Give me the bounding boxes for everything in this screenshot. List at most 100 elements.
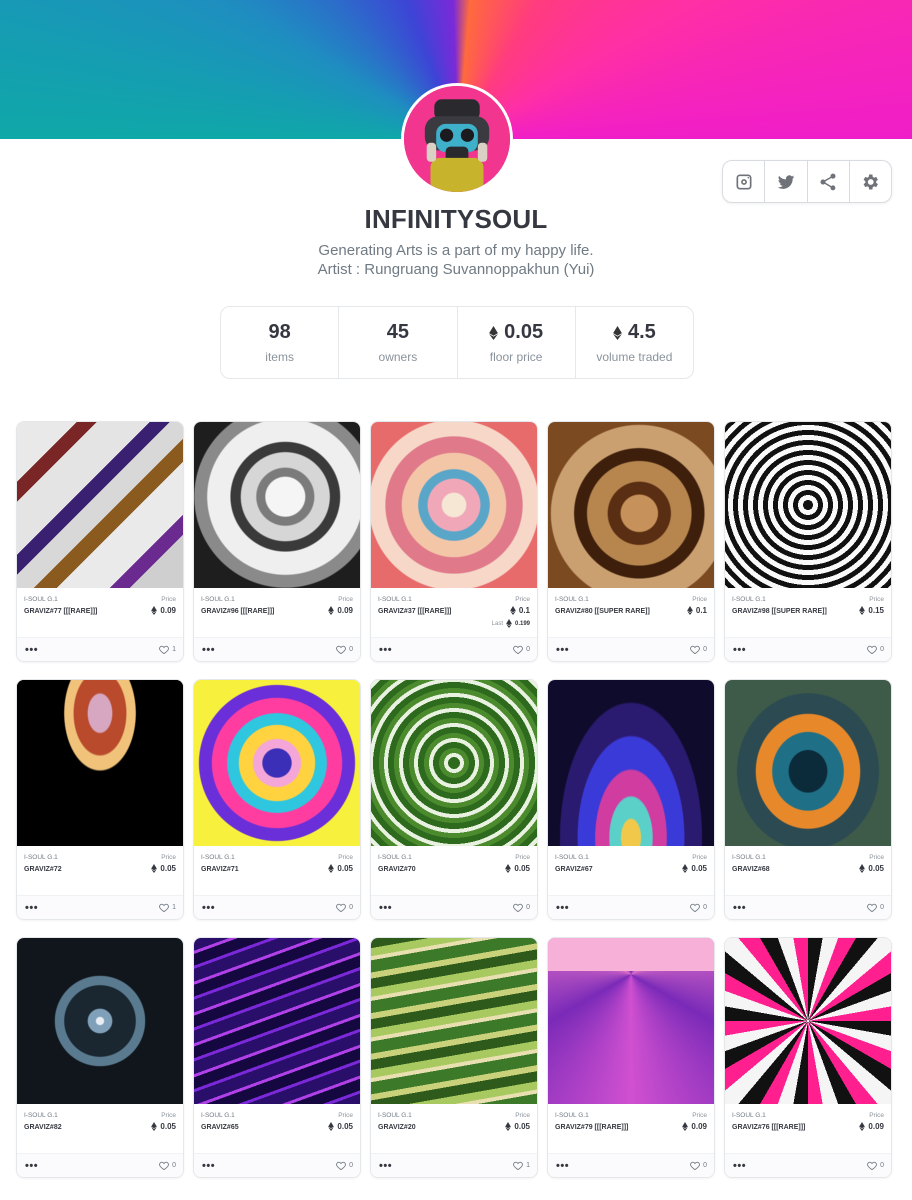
collection-name[interactable]: I-SOUL G.1 <box>555 596 659 603</box>
nft-card[interactable]: I-SOUL G.1 GRAVIZ#82 Price 0.05 ••• 0 <box>16 937 184 1178</box>
more-options-button[interactable]: ••• <box>25 1160 38 1171</box>
collection-name[interactable]: I-SOUL G.1 <box>378 854 482 861</box>
more-options-button[interactable]: ••• <box>25 902 38 913</box>
nft-artwork[interactable] <box>725 938 891 1104</box>
like-button[interactable]: 0 <box>867 645 884 654</box>
nft-card[interactable]: I-SOUL G.1 GRAVIZ#96 [[[RARE]]] Price 0.09 •… <box>193 421 361 662</box>
collection-name[interactable]: I-SOUL G.1 <box>555 1112 659 1119</box>
nft-artwork[interactable] <box>371 680 537 846</box>
settings-button[interactable] <box>850 161 891 202</box>
collection-name[interactable]: I-SOUL G.1 <box>555 854 659 861</box>
collection-name[interactable]: I-SOUL G.1 <box>201 1112 305 1119</box>
nft-name[interactable]: GRAVIZ#72 <box>24 865 128 874</box>
nft-card[interactable]: I-SOUL G.1 GRAVIZ#68 Price 0.05 ••• 0 <box>724 679 892 920</box>
nft-artwork[interactable] <box>371 422 537 588</box>
more-options-button[interactable]: ••• <box>379 1160 392 1171</box>
nft-card[interactable]: I-SOUL G.1 GRAVIZ#76 [[[RARE]]] Price 0.09 •… <box>724 937 892 1178</box>
nft-card[interactable]: I-SOUL G.1 GRAVIZ#71 Price 0.05 ••• 0 <box>193 679 361 920</box>
more-options-button[interactable]: ••• <box>202 644 215 655</box>
nft-card[interactable]: I-SOUL G.1 GRAVIZ#20 Price 0.05 ••• 1 <box>370 937 538 1178</box>
nft-card[interactable]: I-SOUL G.1 GRAVIZ#79 [[[RARE]]] Price 0.09 •… <box>547 937 715 1178</box>
collection-name[interactable]: I-SOUL G.1 <box>24 854 128 861</box>
stat-volume-traded[interactable]: 4.5 volume traded <box>576 307 693 378</box>
nft-artwork[interactable] <box>725 422 891 588</box>
nft-artwork[interactable] <box>194 680 360 846</box>
profile-avatar[interactable] <box>401 83 513 195</box>
collection-name[interactable]: I-SOUL G.1 <box>378 596 482 603</box>
like-button[interactable]: 0 <box>867 903 884 912</box>
nft-artwork[interactable] <box>17 680 183 846</box>
collection-name[interactable]: I-SOUL G.1 <box>732 854 836 861</box>
nft-name[interactable]: GRAVIZ#96 [[[RARE]]] <box>201 607 305 616</box>
like-button[interactable]: 0 <box>159 1161 176 1170</box>
more-options-button[interactable]: ••• <box>25 644 38 655</box>
nft-name[interactable]: GRAVIZ#80 [[SUPER RARE]] <box>555 607 659 616</box>
nft-card[interactable]: I-SOUL G.1 GRAVIZ#80 [[SUPER RARE]] Price 0… <box>547 421 715 662</box>
more-options-button[interactable]: ••• <box>556 1160 569 1171</box>
nft-name[interactable]: GRAVIZ#68 <box>732 865 836 874</box>
more-options-button[interactable]: ••• <box>202 1160 215 1171</box>
nft-name[interactable]: GRAVIZ#76 [[[RARE]]] <box>732 1123 836 1132</box>
collection-name[interactable]: I-SOUL G.1 <box>201 854 305 861</box>
more-options-button[interactable]: ••• <box>379 644 392 655</box>
like-button[interactable]: 0 <box>690 1161 707 1170</box>
nft-artwork[interactable] <box>548 422 714 588</box>
more-options-button[interactable]: ••• <box>556 902 569 913</box>
like-button[interactable]: 0 <box>513 903 530 912</box>
more-options-button[interactable]: ••• <box>733 644 746 655</box>
more-options-button[interactable]: ••• <box>733 1160 746 1171</box>
like-button[interactable]: 1 <box>513 1161 530 1170</box>
like-button[interactable]: 0 <box>336 903 353 912</box>
nft-info: I-SOUL G.1 GRAVIZ#98 [[SUPER RARE]] Price 0… <box>725 588 891 637</box>
nft-name[interactable]: GRAVIZ#37 [[[RARE]]] <box>378 607 482 616</box>
nft-name[interactable]: GRAVIZ#70 <box>378 865 482 874</box>
instagram-button[interactable] <box>723 161 766 202</box>
nft-artwork[interactable] <box>194 422 360 588</box>
share-button[interactable] <box>808 161 850 202</box>
nft-card[interactable]: I-SOUL G.1 GRAVIZ#77 [[[RARE]]] Price 0.09 •… <box>16 421 184 662</box>
nft-artwork[interactable] <box>548 680 714 846</box>
like-button[interactable]: 0 <box>867 1161 884 1170</box>
nft-name[interactable]: GRAVIZ#71 <box>201 865 305 874</box>
nft-card[interactable]: I-SOUL G.1 GRAVIZ#70 Price 0.05 ••• 0 <box>370 679 538 920</box>
more-options-button[interactable]: ••• <box>556 644 569 655</box>
nft-name[interactable]: GRAVIZ#82 <box>24 1123 128 1132</box>
like-button[interactable]: 0 <box>336 645 353 654</box>
nft-artwork[interactable] <box>725 680 891 846</box>
like-button[interactable]: 0 <box>690 903 707 912</box>
nft-artwork[interactable] <box>17 422 183 588</box>
like-button[interactable]: 0 <box>336 1161 353 1170</box>
like-button[interactable]: 0 <box>690 645 707 654</box>
twitter-button[interactable] <box>765 161 808 202</box>
nft-artwork[interactable] <box>371 938 537 1104</box>
like-button[interactable]: 1 <box>159 903 176 912</box>
nft-name[interactable]: GRAVIZ#65 <box>201 1123 305 1132</box>
collection-name[interactable]: I-SOUL G.1 <box>732 1112 836 1119</box>
more-options-button[interactable]: ••• <box>379 902 392 913</box>
nft-name[interactable]: GRAVIZ#98 [[SUPER RARE]] <box>732 607 836 616</box>
nft-card[interactable]: I-SOUL G.1 GRAVIZ#72 Price 0.05 ••• 1 <box>16 679 184 920</box>
nft-name[interactable]: GRAVIZ#67 <box>555 865 659 874</box>
nft-name[interactable]: GRAVIZ#79 [[[RARE]]] <box>555 1123 659 1132</box>
collection-name[interactable]: I-SOUL G.1 <box>24 1112 128 1119</box>
stat-owners[interactable]: 45 owners <box>339 307 458 378</box>
nft-name[interactable]: GRAVIZ#20 <box>378 1123 482 1132</box>
nft-artwork[interactable] <box>548 938 714 1104</box>
collection-name[interactable]: I-SOUL G.1 <box>24 596 128 603</box>
nft-card[interactable]: I-SOUL G.1 GRAVIZ#65 Price 0.05 ••• 0 <box>193 937 361 1178</box>
collection-name[interactable]: I-SOUL G.1 <box>201 596 305 603</box>
nft-artwork[interactable] <box>17 938 183 1104</box>
more-options-button[interactable]: ••• <box>202 902 215 913</box>
nft-card[interactable]: I-SOUL G.1 GRAVIZ#98 [[SUPER RARE]] Price 0… <box>724 421 892 662</box>
like-button[interactable]: 1 <box>159 645 176 654</box>
stat-floor-price[interactable]: 0.05 floor price <box>458 307 576 378</box>
more-options-button[interactable]: ••• <box>733 902 746 913</box>
collection-name[interactable]: I-SOUL G.1 <box>732 596 836 603</box>
nft-artwork[interactable] <box>194 938 360 1104</box>
nft-card[interactable]: I-SOUL G.1 GRAVIZ#37 [[[RARE]]] Price 0.1 La… <box>370 421 538 662</box>
nft-name[interactable]: GRAVIZ#77 [[[RARE]]] <box>24 607 128 616</box>
stat-items[interactable]: 98 items <box>221 307 340 378</box>
nft-card[interactable]: I-SOUL G.1 GRAVIZ#67 Price 0.05 ••• 0 <box>547 679 715 920</box>
like-button[interactable]: 0 <box>513 645 530 654</box>
collection-name[interactable]: I-SOUL G.1 <box>378 1112 482 1119</box>
